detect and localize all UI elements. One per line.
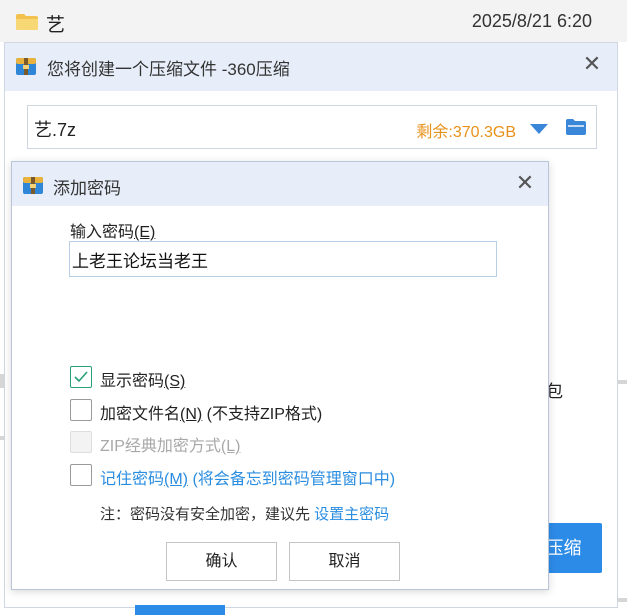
bottom-tab-indicator <box>135 605 225 615</box>
encrypt-filenames-label: 加密文件名(N) (不支持ZIP格式) <box>100 400 322 424</box>
show-password-checkbox[interactable] <box>70 366 92 388</box>
show-password-key: (S) <box>164 373 186 390</box>
encrypt-filenames-suffix: (不支持ZIP格式) <box>202 406 323 423</box>
dropdown-arrow-icon[interactable] <box>530 124 548 134</box>
remember-password-suffix: (将会备忘到密码管理窗口中) <box>188 471 396 488</box>
password-input-label: 输入密码(E) <box>70 218 155 242</box>
remember-password-key: (M) <box>164 471 188 488</box>
remember-password-text: 记住密码 <box>100 471 165 488</box>
file-name: 艺 <box>46 15 66 36</box>
remember-password-option[interactable]: 记住密码(M) (将会备忘到密码管理窗口中) <box>70 464 430 488</box>
close-icon[interactable]: ✕ <box>510 168 540 198</box>
cancel-button[interactable]: 取消 <box>289 542 400 581</box>
password-label-text: 输入密码 <box>70 224 135 241</box>
add-password-dialog: 添加密码 ✕ 输入密码(E) 显示密码(S) 加密文件名(N) (不支持ZIP格… <box>11 161 549 590</box>
confirm-button[interactable]: 确认 <box>166 542 277 581</box>
password-dialog-title: 添加密码 <box>53 179 121 198</box>
show-password-label: 显示密码(S) <box>100 367 185 391</box>
zip-classic-checkbox <box>70 431 92 453</box>
dialog-title-bar[interactable]: 您将创建一个压缩文件 -360压缩 ✕ <box>5 43 617 91</box>
show-password-text: 显示密码 <box>100 373 165 390</box>
zip-classic-text: ZIP经典加密方式 <box>100 438 221 455</box>
free-space-label: 剩余:370.3GB <box>416 124 516 141</box>
check-icon <box>74 371 88 383</box>
show-password-option[interactable]: 显示密码(S) <box>70 366 270 390</box>
zip-classic-option: ZIP经典加密方式(L) <box>70 431 290 455</box>
dialog-title: 您将创建一个压缩文件 -360压缩 <box>47 60 290 79</box>
encrypt-filenames-option[interactable]: 加密文件名(N) (不支持ZIP格式) <box>70 399 370 423</box>
zip-classic-label: ZIP经典加密方式(L) <box>100 432 240 456</box>
security-note: 注：密码没有安全加密，建议先 设置主密码 <box>100 503 389 524</box>
password-label-key: (E) <box>134 224 156 241</box>
archive-path-field[interactable]: 艺.7z 剩余:370.3GB <box>27 105 597 149</box>
password-input[interactable] <box>69 241 497 277</box>
archive-icon <box>16 58 36 75</box>
zip-classic-key: (L) <box>220 438 241 455</box>
background-edge <box>618 380 627 384</box>
encrypt-filenames-checkbox[interactable] <box>70 399 92 421</box>
password-dialog-title-bar[interactable]: 添加密码 ✕ <box>12 162 548 206</box>
encrypt-filenames-text: 加密文件名 <box>100 406 181 423</box>
remember-password-checkbox[interactable] <box>70 464 92 486</box>
encrypt-filenames-key: (N) <box>180 406 203 423</box>
background-edge <box>618 598 627 602</box>
browse-folder-icon[interactable] <box>566 119 586 135</box>
set-master-password-link[interactable]: 设置主密码 <box>314 506 389 523</box>
archive-icon <box>23 177 43 194</box>
archive-path-text: 艺.7z <box>34 120 77 140</box>
remember-password-label: 记住密码(M) (将会备忘到密码管理窗口中) <box>100 465 395 489</box>
security-note-text: 注：密码没有安全加密，建议先 <box>100 506 315 523</box>
close-icon[interactable]: ✕ <box>577 49 607 79</box>
explorer-file-row[interactable]: 艺 2025/8/21 6:20 <box>0 0 627 42</box>
folder-icon <box>16 14 38 30</box>
file-date: 2025/8/21 6:20 <box>471 11 592 31</box>
